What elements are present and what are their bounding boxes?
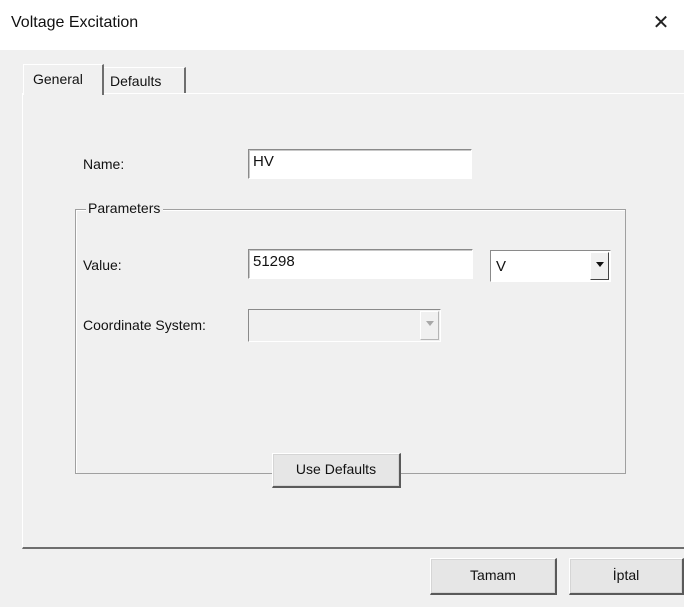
unit-selected: V xyxy=(496,258,507,275)
value-label: Value: xyxy=(83,257,122,273)
cancel-button[interactable]: İptal xyxy=(569,558,684,595)
window-title: Voltage Excitation xyxy=(11,14,139,31)
tab-general-label: General xyxy=(33,71,83,87)
coordinate-system-label: Coordinate System: xyxy=(83,317,206,333)
tab-panel-general: Name: HV Parameters Value: 51298 V Coord… xyxy=(22,93,684,549)
ok-button-label: Tamam xyxy=(470,567,516,583)
chevron-down-icon xyxy=(426,321,434,326)
name-field[interactable]: HV xyxy=(248,149,472,179)
tab-defaults[interactable]: Defaults xyxy=(104,67,186,94)
dialog-client-area: General Defaults Name: HV Parameters Val… xyxy=(0,50,684,607)
chevron-down-icon xyxy=(596,262,604,267)
name-label: Name: xyxy=(83,156,125,172)
value-field[interactable]: 51298 xyxy=(248,249,473,279)
title-bar: Voltage Excitation ✕ xyxy=(0,0,684,50)
unit-dropdown-button[interactable] xyxy=(590,252,609,280)
coordinate-system-dropdown xyxy=(248,309,441,342)
tab-general[interactable]: General xyxy=(23,64,104,95)
close-icon[interactable]: ✕ xyxy=(646,8,676,38)
tab-defaults-label: Defaults xyxy=(110,73,162,89)
cancel-button-label: İptal xyxy=(612,567,640,583)
coordinate-system-dropdown-button xyxy=(420,311,439,340)
use-defaults-button[interactable]: Use Defaults xyxy=(272,453,401,488)
use-defaults-label: Use Defaults xyxy=(295,461,377,477)
ok-button[interactable]: Tamam xyxy=(430,558,557,595)
parameters-group-title: Parameters xyxy=(86,200,164,216)
unit-dropdown[interactable]: V xyxy=(490,250,611,282)
